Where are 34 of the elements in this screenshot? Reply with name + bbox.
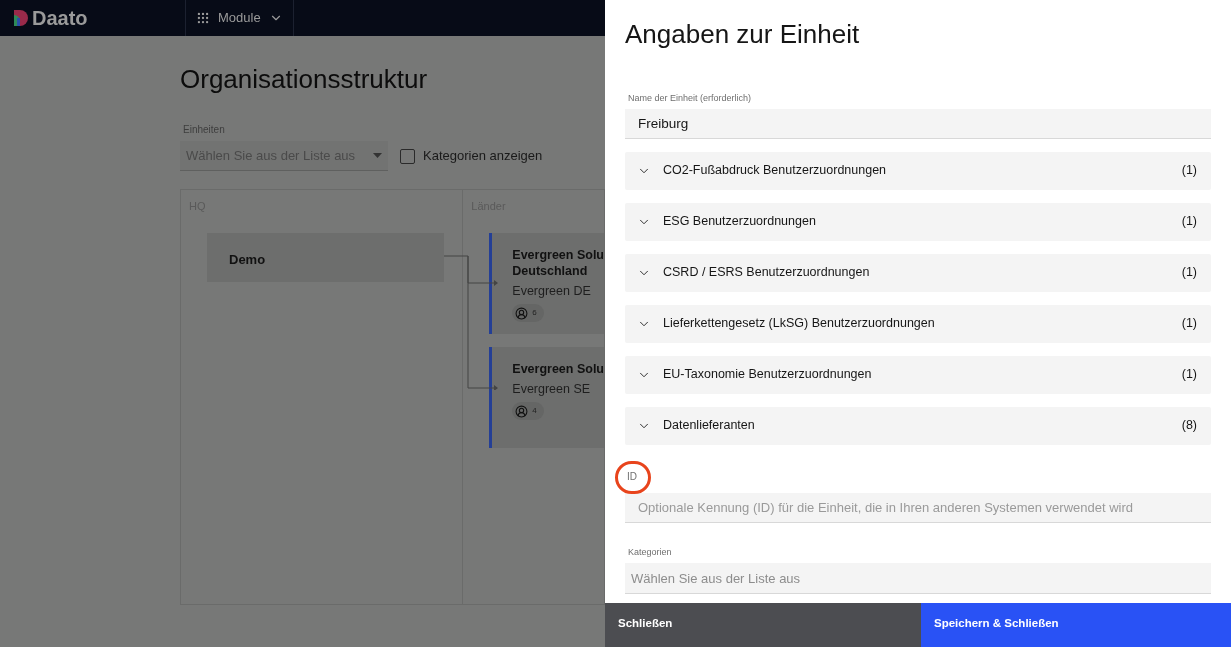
accordion-header[interactable]: EU-Taxonomie Benutzerzuordnungen (1) bbox=[625, 355, 1211, 394]
unit-card[interactable]: Demo bbox=[207, 232, 444, 282]
accordion-header[interactable]: Lieferkettengesetz (LkSG) Benutzerzuordnungen (1) bbox=[625, 304, 1211, 343]
page-title: Organisationsstruktur bbox=[180, 64, 429, 94]
logo-text: Daato bbox=[32, 6, 88, 31]
unit-short-name: Evergreen SE bbox=[512, 380, 592, 398]
field-label: Einheiten bbox=[182, 123, 226, 137]
user-icon bbox=[515, 404, 529, 418]
unit-name: Demo bbox=[229, 251, 266, 267]
unit-name: Evergreen Solu Deutschland bbox=[512, 246, 604, 279]
grid-icon bbox=[196, 11, 210, 25]
categories-select[interactable]: Wählen Sie aus der Liste aus bbox=[625, 563, 1211, 594]
field-label: Name der Einheit (erforderlich) bbox=[628, 92, 753, 105]
accordion-header[interactable]: CSRD / ESRS Benutzerzuordnungen (1) bbox=[625, 253, 1211, 292]
checkbox[interactable] bbox=[400, 148, 415, 164]
caret-icon bbox=[373, 153, 382, 158]
module-menu[interactable]: Module bbox=[185, 0, 294, 36]
checkbox-label: Kategorien anzeigen bbox=[423, 147, 543, 166]
close-button[interactable]: Schließen bbox=[605, 603, 921, 647]
unit-short-name: Evergreen DE bbox=[512, 282, 592, 300]
user-count: 4 bbox=[532, 405, 537, 418]
unit-card[interactable]: Evergreen Solu Evergreen SE 4 bbox=[489, 346, 604, 448]
id-field[interactable]: Optionale Kennung (ID) für die Einheit, die in Ihren anderen Systemen verwendet wird bbox=[625, 492, 1211, 523]
accordion-header[interactable]: Datenlieferanten (8) bbox=[625, 406, 1211, 445]
accordion-header[interactable]: CO2-Fußabdruck Benutzerzuordnungen (1) bbox=[625, 151, 1211, 190]
field-label: Kategorien bbox=[628, 545, 673, 559]
panel-title: Angaben zur Einheit bbox=[625, 18, 861, 50]
accordion-header[interactable]: ESG Benutzerzuordnungen (1) bbox=[625, 202, 1211, 241]
unit-name: Evergreen Solu bbox=[512, 360, 604, 377]
field-label: ID bbox=[627, 470, 637, 483]
user-icon bbox=[515, 306, 529, 320]
name-field[interactable]: Freiburg bbox=[625, 108, 1211, 139]
save-button[interactable]: Speichern & Schließen bbox=[921, 603, 1231, 647]
logo-icon bbox=[14, 10, 28, 26]
